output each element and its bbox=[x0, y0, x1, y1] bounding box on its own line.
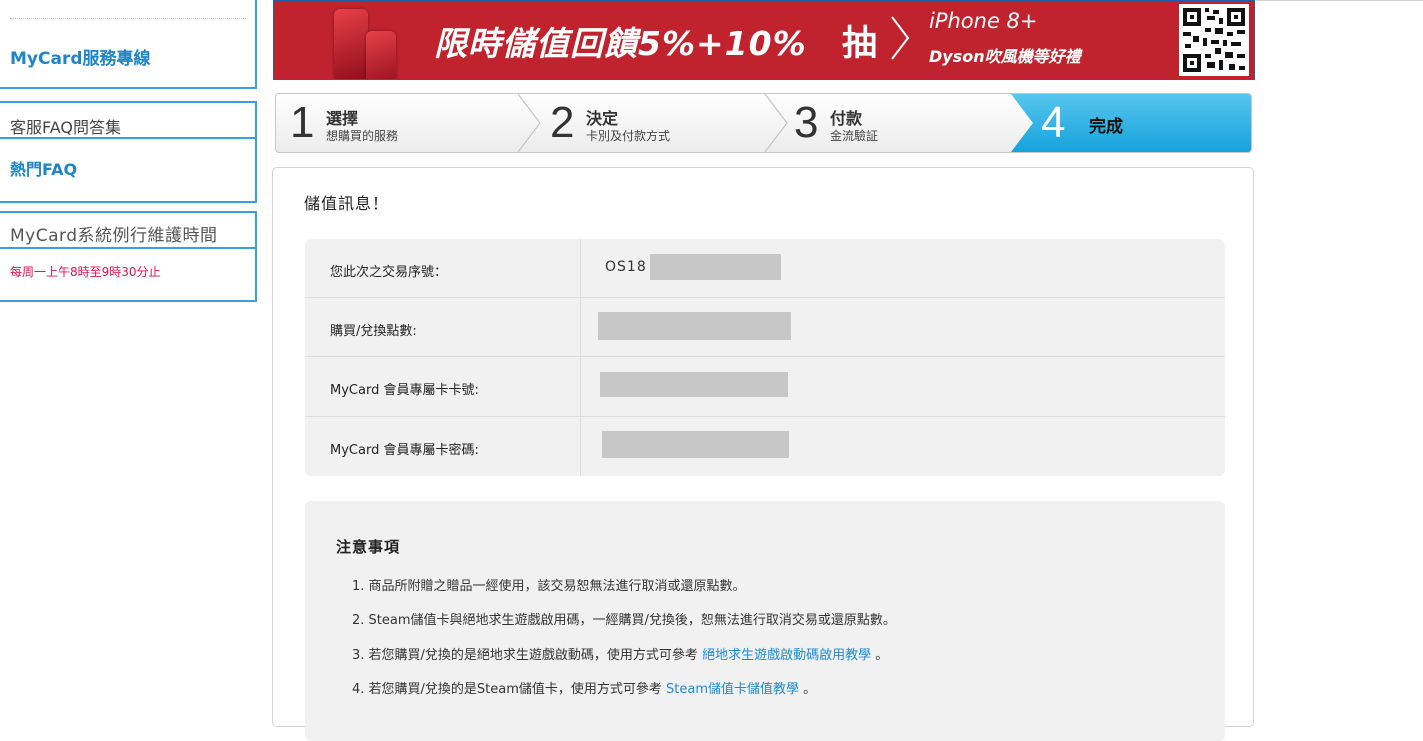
note-item: 2. Steam儲值卡與絕地求生遊戲啟用碼，一經購買/兌換後，恕無法進行取消交易… bbox=[352, 609, 896, 628]
maintenance-heading: MyCard系統例行維護時間 bbox=[10, 226, 218, 246]
banner-draw-text: 抽 bbox=[842, 24, 878, 64]
phone-image bbox=[334, 9, 368, 79]
note-item: 4. 若您購買/兌換的是Steam儲值卡，使用方式可參考 Steam儲值卡儲值教… bbox=[352, 678, 816, 697]
step-title: 選擇 bbox=[326, 109, 359, 128]
step-number: 1 bbox=[290, 98, 315, 147]
sidebar-faq-box: 客服FAQ問答集 熱門FAQ bbox=[0, 101, 257, 203]
step-title: 完成 bbox=[1089, 117, 1123, 137]
notes-title: 注意事項 bbox=[336, 538, 401, 556]
chevron-right-icon bbox=[891, 16, 910, 60]
sidebar-maintenance-box: MyCard系統例行維護時間 每周一上午8時至9時30分止 bbox=[0, 211, 257, 302]
pubg-activation-guide-link[interactable]: 絕地求生遊戲啟動碼啟用教學 bbox=[702, 648, 871, 663]
step-subtitle: 想購買的服務 bbox=[326, 129, 399, 143]
hot-faq-link[interactable]: 熱門FAQ bbox=[10, 156, 77, 180]
page-title: 儲值訊息！ bbox=[304, 194, 390, 213]
sidebar-service-box: MyCard服務專線 bbox=[0, 0, 257, 89]
table-row: 您此次之交易序號： OS18 bbox=[305, 239, 1225, 298]
note-item: 1. 商品所附贈之贈品一經使用，該交易恕無法進行取消或還原點數。 bbox=[352, 575, 746, 594]
row-label: 您此次之交易序號： bbox=[330, 265, 448, 280]
maintenance-time: 每周一上午8時至9時30分止 bbox=[10, 265, 161, 279]
step-4-active: 4 完成 bbox=[1011, 94, 1251, 152]
service-hotline-link[interactable]: MyCard服務專線 bbox=[10, 44, 151, 69]
table-row: 購買/兌換點數: bbox=[305, 298, 1225, 357]
note-item: 3. 若您購買/兌換的是絕地求生遊戲啟動碼，使用方式可參考 絕地求生遊戲啟動碼啟… bbox=[352, 644, 888, 663]
faq-heading: 客服FAQ問答集 bbox=[10, 118, 121, 137]
step-number: 2 bbox=[550, 98, 575, 147]
banner-prize-line2: Dyson吹風機等好禮 bbox=[929, 47, 1081, 66]
step-subtitle: 卡別及付款方式 bbox=[586, 129, 671, 143]
note-text: 1. 商品所附贈之贈品一經使用，該交易恕無法進行取消或還原點數。 bbox=[352, 579, 746, 594]
step-title: 付款 bbox=[830, 109, 863, 128]
table-row: MyCard 會員專屬卡密碼: bbox=[305, 417, 1225, 476]
row-label: MyCard 會員專屬卡密碼: bbox=[330, 443, 479, 458]
step-title: 決定 bbox=[586, 109, 619, 128]
top-divider bbox=[1256, 0, 1423, 1]
promo-banner[interactable]: 限時儲值回饋5%+10% 抽 iPhone 8+ Dyson吹風機等好禮 bbox=[273, 0, 1255, 80]
step-3: 3 付款 金流驗証 bbox=[782, 94, 1012, 152]
qr-code-icon bbox=[1179, 4, 1249, 76]
step-subtitle: 金流驗証 bbox=[830, 129, 879, 143]
note-text: 3. 若您購買/兌換的是絕地求生遊戲啟動碼，使用方式可參考 bbox=[352, 648, 703, 663]
note-suffix: 。 bbox=[871, 648, 889, 663]
dotted-divider bbox=[10, 18, 246, 19]
transaction-info-table: 您此次之交易序號： OS18 購買/兌換點數: MyCard 會員專屬卡卡號: … bbox=[305, 239, 1225, 476]
step-number: 3 bbox=[794, 98, 819, 147]
notes-box: 注意事項 1. 商品所附贈之贈品一經使用，該交易恕無法進行取消或還原點數。 2.… bbox=[305, 501, 1225, 741]
step-1: 1 選擇 想購買的服務 bbox=[276, 94, 526, 152]
redaction-box bbox=[650, 254, 781, 280]
note-suffix: 。 bbox=[799, 682, 817, 697]
progress-steps: 1 選擇 想購買的服務 2 決定 卡別及付款方式 3 付款 金流驗証 4 完成 bbox=[275, 93, 1252, 153]
row-label: MyCard 會員專屬卡卡號: bbox=[330, 383, 479, 398]
steam-card-guide-link[interactable]: Steam儲值卡儲值教學 bbox=[666, 682, 799, 697]
result-panel: 儲值訊息！ 您此次之交易序號： OS18 購買/兌換點數: MyCard 會員專… bbox=[272, 167, 1254, 741]
banner-prize-line1: iPhone 8+ bbox=[929, 9, 1038, 33]
redaction-box bbox=[600, 372, 788, 397]
step-number: 4 bbox=[1041, 98, 1066, 147]
step-2: 2 決定 卡別及付款方式 bbox=[538, 94, 768, 152]
divider bbox=[0, 137, 255, 139]
divider bbox=[0, 247, 255, 249]
note-text: 4. 若您購買/兌換的是Steam儲值卡，使用方式可參考 bbox=[352, 682, 667, 697]
note-text: 2. Steam儲值卡與絕地求生遊戲啟用碼，一經購買/兌換後，恕無法進行取消交易… bbox=[352, 613, 896, 628]
transaction-number: OS18 bbox=[605, 259, 647, 275]
banner-headline: 限時儲值回饋5%+10% bbox=[434, 24, 807, 63]
redaction-box bbox=[598, 312, 791, 340]
redaction-box bbox=[602, 431, 789, 458]
table-row: MyCard 會員專屬卡卡號: bbox=[305, 357, 1225, 416]
phone-image bbox=[366, 31, 396, 79]
row-label: 購買/兌換點數: bbox=[330, 324, 417, 339]
